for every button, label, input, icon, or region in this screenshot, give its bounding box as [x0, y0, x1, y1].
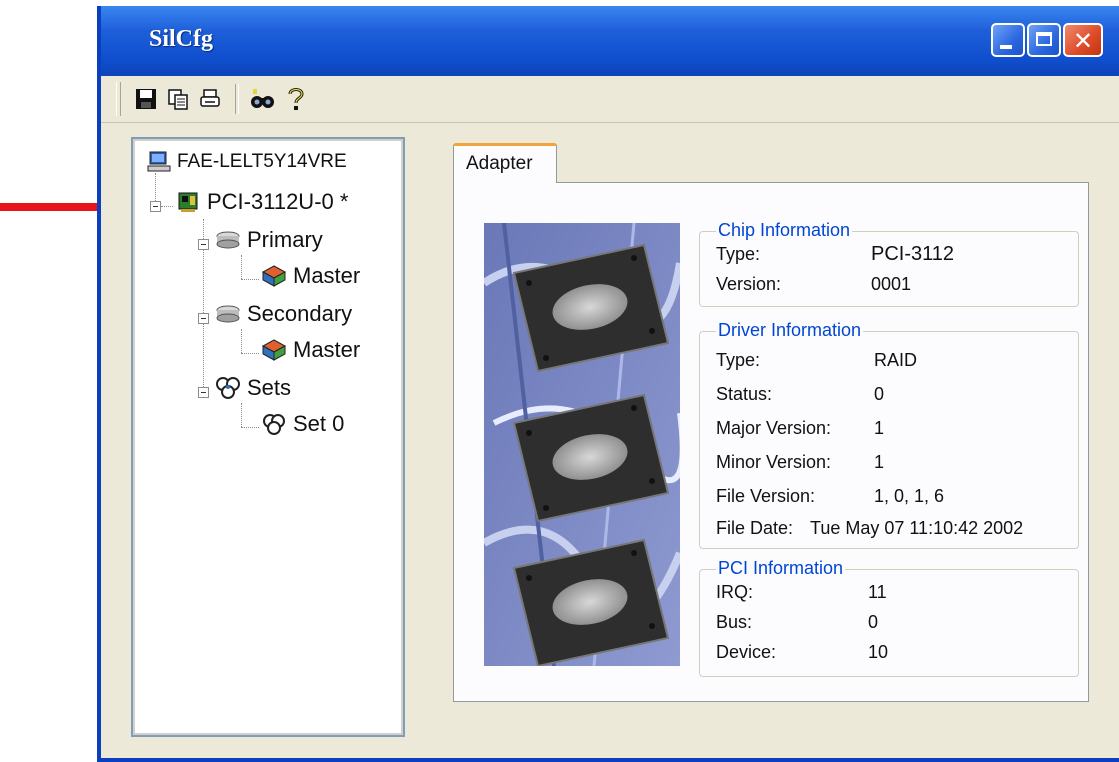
collapse-toggle[interactable] — [198, 313, 209, 324]
toolbar-separator — [235, 84, 239, 114]
tree-item-secondary-master[interactable]: Master — [261, 337, 360, 363]
driver-file-version-label: File Version: — [716, 486, 816, 506]
help-icon — [288, 88, 304, 110]
pci-bus-value: 0 — [868, 612, 879, 632]
pci-bus-label: Bus: — [716, 612, 753, 632]
tree-item-secondary[interactable]: Secondary — [215, 301, 352, 327]
driver-file-date-value: Tue May 07 11:10:42 2002 — [810, 518, 1024, 538]
chip-information-legend: Chip Information — [716, 220, 853, 241]
pci-device-row: Device: 10 — [716, 642, 888, 663]
toolbar — [101, 76, 1119, 123]
toolbar-grip[interactable] — [116, 82, 121, 116]
tree-label-set0: Set 0 — [293, 411, 345, 436]
chip-image — [484, 223, 680, 666]
print-icon — [200, 89, 220, 107]
driver-type-row: Type: RAID — [716, 350, 917, 371]
adapter-panel: Chip Information Type: PCI-3112 Version:… — [453, 182, 1089, 702]
chip-type-row: Type: PCI-3112 — [716, 243, 954, 265]
driver-major-version-label: Major Version: — [716, 418, 832, 438]
tree-line — [241, 403, 242, 427]
pci-device-label: Device: — [716, 642, 777, 662]
minimize-button[interactable] — [991, 23, 1025, 57]
tree-line — [241, 279, 259, 280]
chip-type-value: PCI-3112 — [871, 243, 955, 265]
tree-line — [161, 206, 173, 207]
tree-label-secondary-master: Master — [293, 337, 361, 362]
device-tree[interactable]: FAE-LELT5Y14VRE PCI-3112U-0 * Primary Ma… — [131, 137, 405, 737]
channel-icon — [216, 305, 240, 323]
drive-icon — [261, 265, 287, 287]
tree-item-sets[interactable]: Sets — [215, 375, 291, 401]
window-title: SilCfg — [149, 26, 214, 52]
chip-information-group: Chip Information Type: PCI-3112 Version:… — [699, 220, 1079, 307]
tree-label-primary-master: Master — [293, 263, 361, 288]
pci-irq-value: 11 — [868, 582, 887, 602]
tree-label-secondary: Secondary — [247, 301, 353, 326]
driver-minor-version-value: 1 — [874, 452, 885, 472]
tab-adapter[interactable]: Adapter — [453, 143, 557, 183]
chip-version-label: Version: — [716, 274, 782, 294]
driver-information-group: Driver Information Type: RAID Status: 0 … — [699, 320, 1079, 549]
collapse-toggle[interactable] — [198, 239, 209, 250]
tree-item-set0[interactable]: Set 0 — [261, 411, 344, 437]
close-button[interactable]: ✕ — [1063, 23, 1103, 57]
copy-icon — [168, 89, 188, 110]
pci-irq-row: IRQ: 11 — [716, 582, 887, 603]
tree-label-adapter: PCI-3112U-0 * — [207, 189, 349, 214]
collapse-toggle[interactable] — [198, 387, 209, 398]
sets-icon — [216, 377, 240, 399]
adapter-card-icon — [178, 192, 198, 212]
driver-type-value: RAID — [874, 350, 918, 370]
driver-file-version-value: 1, 0, 1, 6 — [874, 486, 945, 506]
set-icon — [263, 414, 285, 435]
tree-item-primary[interactable]: Primary — [215, 227, 323, 253]
tree-label-computer: FAE-LELT5Y14VRE — [177, 151, 347, 172]
copy-button[interactable] — [163, 84, 193, 114]
driver-status-label: Status: — [716, 384, 773, 404]
tree-label-sets: Sets — [247, 375, 292, 400]
pci-device-value: 10 — [868, 642, 889, 662]
tree-line — [241, 427, 259, 428]
tree-item-primary-master[interactable]: Master — [261, 263, 360, 289]
drive-icon — [261, 339, 287, 361]
tree-item-computer[interactable]: FAE-LELT5Y14VRE — [147, 151, 347, 173]
find-button[interactable] — [247, 84, 277, 114]
maximize-button[interactable] — [1027, 23, 1061, 57]
pci-irq-label: IRQ: — [716, 582, 754, 602]
driver-minor-version-row: Minor Version: 1 — [716, 452, 884, 473]
tree-label-primary: Primary — [247, 227, 323, 252]
tree-item-adapter[interactable]: PCI-3112U-0 * — [177, 189, 348, 215]
tree-line — [241, 329, 242, 353]
pci-information-legend: PCI Information — [716, 558, 846, 579]
driver-status-value: 0 — [874, 384, 885, 404]
driver-major-version-value: 1 — [874, 418, 885, 438]
driver-major-version-row: Major Version: 1 — [716, 418, 884, 439]
chip-version-value: 0001 — [871, 274, 912, 294]
print-button[interactable] — [195, 84, 225, 114]
tree-line — [241, 255, 242, 279]
driver-minor-version-label: Minor Version: — [716, 452, 832, 472]
driver-file-version-row: File Version: 1, 0, 1, 6 — [716, 486, 944, 507]
find-icon — [251, 89, 274, 108]
chip-version-row: Version: 0001 — [716, 274, 911, 295]
collapse-toggle[interactable] — [150, 201, 161, 212]
save-icon — [136, 89, 156, 109]
close-icon: ✕ — [1072, 27, 1094, 55]
driver-status-row: Status: 0 — [716, 384, 884, 405]
chip-type-label: Type: — [716, 244, 761, 264]
tree-line — [241, 353, 259, 354]
computer-icon — [147, 151, 171, 172]
channel-icon — [216, 231, 240, 249]
driver-type-label: Type: — [716, 350, 761, 370]
help-button[interactable] — [281, 84, 311, 114]
driver-file-date-row: File Date: Tue May 07 11:10:42 2002 — [716, 518, 1023, 539]
pci-bus-row: Bus: 0 — [716, 612, 878, 633]
tab-adapter-label: Adapter — [466, 153, 533, 174]
save-button[interactable] — [131, 84, 161, 114]
title-bar[interactable]: SilCfg ✕ — [101, 6, 1119, 76]
app-window: SilCfg ✕ FAE-LELT5Y14VRE PCI-3112U-0 * P… — [97, 6, 1119, 762]
pci-information-group: PCI Information IRQ: 11 Bus: 0 Device: 1… — [699, 558, 1079, 677]
driver-information-legend: Driver Information — [716, 320, 864, 341]
driver-file-date-label: File Date: — [716, 518, 794, 538]
